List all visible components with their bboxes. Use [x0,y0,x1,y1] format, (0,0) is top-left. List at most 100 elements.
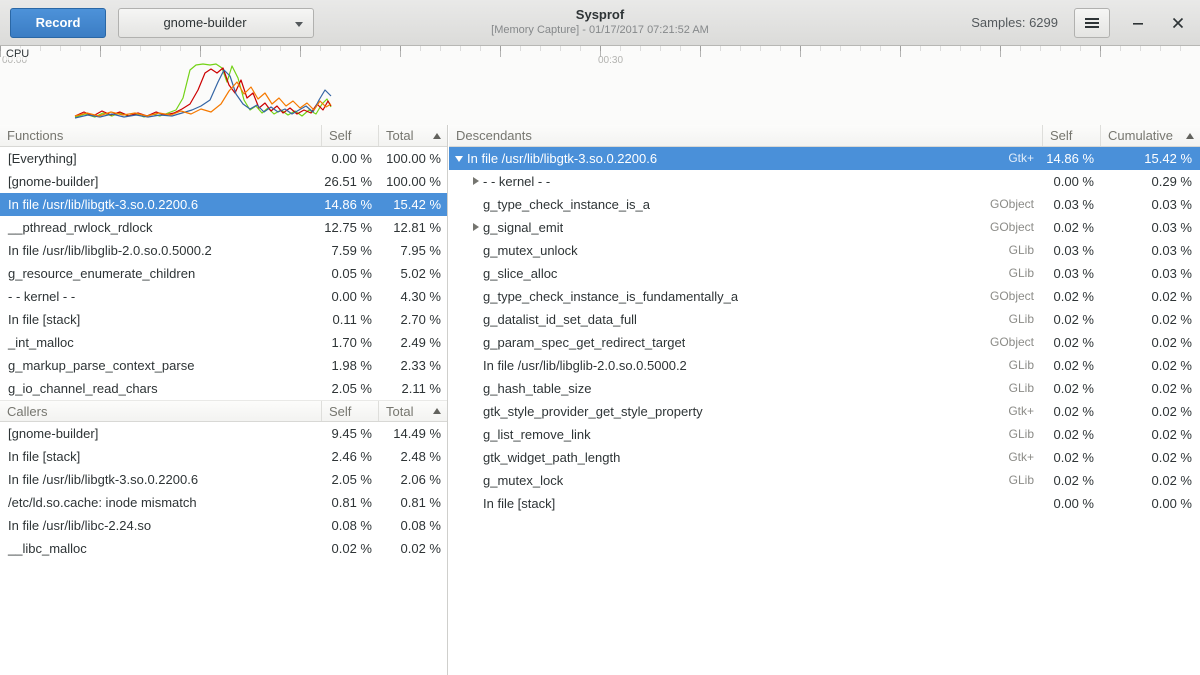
function-name: g_type_check_instance_is_fundamentally_a [483,285,738,308]
descendant-row[interactable]: - - kernel - -0.00 %0.29 % [449,170,1200,193]
library-badge: GLib [999,423,1042,446]
caller-row[interactable]: [gnome-builder]9.45 %14.49 % [0,422,447,445]
function-row[interactable]: [gnome-builder]26.51 %100.00 % [0,170,447,193]
self-percent: 0.02 % [1042,308,1100,331]
descendant-row[interactable]: g_hash_table_sizeGLib0.02 %0.02 % [449,377,1200,400]
main-area: Functions Self Total [Everything]0.00 %1… [0,125,1200,675]
descendant-row[interactable]: g_type_check_instance_is_fundamentally_a… [449,285,1200,308]
descendants-column-header[interactable]: Descendants [449,125,1042,146]
expander-spacer [469,193,483,216]
self-percent: 0.02 % [1042,331,1100,354]
sort-indicator-icon [433,408,441,414]
tree-name-cell: In file /usr/lib/libglib-2.0.so.0.5000.2… [449,354,1042,377]
tree-name-cell: g_mutex_lockGLib [449,469,1042,492]
caller-row[interactable]: /etc/ld.so.cache: inode mismatch0.81 %0.… [0,491,447,514]
descendant-row[interactable]: In file [stack]0.00 %0.00 % [449,492,1200,515]
menu-button[interactable] [1074,8,1110,38]
expander-closed-icon[interactable] [469,170,483,193]
callers-total-column-header[interactable]: Total [378,401,447,421]
function-row[interactable]: g_markup_parse_context_parse1.98 %2.33 % [0,354,447,377]
library-badge: GObject [980,331,1042,354]
tree-name-cell: g_mutex_unlockGLib [449,239,1042,262]
function-name: __libc_malloc [0,537,321,560]
functions-self-column-header[interactable]: Self [321,125,378,146]
cumulative-percent: 0.02 % [1100,377,1200,400]
functions-column-header[interactable]: Functions [0,125,321,146]
close-button[interactable] [1166,11,1190,35]
descendant-row[interactable]: g_mutex_unlockGLib0.03 %0.03 % [449,239,1200,262]
caller-row[interactable]: In file [stack]2.46 %2.48 % [0,445,447,468]
descendant-row[interactable]: g_datalist_id_set_data_fullGLib0.02 %0.0… [449,308,1200,331]
function-name: [gnome-builder] [0,422,321,445]
function-row[interactable]: In file [stack]0.11 %2.70 % [0,308,447,331]
cumulative-percent: 0.02 % [1100,308,1200,331]
self-percent: 0.00 % [1042,170,1100,193]
self-percent: 0.02 % [1042,400,1100,423]
descendant-row[interactable]: In file /usr/lib/libgtk-3.so.0.2200.6Gtk… [449,147,1200,170]
caller-row[interactable]: __libc_malloc0.02 %0.02 % [0,537,447,560]
total-percent: 15.42 % [378,193,447,216]
function-row[interactable]: In file /usr/lib/libglib-2.0.so.0.5000.2… [0,239,447,262]
tree-name-cell: - - kernel - - [449,170,1042,193]
function-row[interactable]: __pthread_rwlock_rdlock12.75 %12.81 % [0,216,447,239]
descendant-row[interactable]: gtk_widget_path_lengthGtk+0.02 %0.02 % [449,446,1200,469]
library-badge: GObject [980,285,1042,308]
callers-self-column-header[interactable]: Self [321,401,378,421]
descendant-row[interactable]: g_signal_emitGObject0.02 %0.03 % [449,216,1200,239]
descendant-row[interactable]: g_list_remove_linkGLib0.02 %0.02 % [449,423,1200,446]
descendant-row[interactable]: gtk_style_provider_get_style_propertyGtk… [449,400,1200,423]
chevron-down-icon [295,22,303,27]
function-row[interactable]: In file /usr/lib/libgtk-3.so.0.2200.614.… [0,193,447,216]
function-row[interactable]: g_resource_enumerate_children0.05 %5.02 … [0,262,447,285]
function-row[interactable]: [Everything]0.00 %100.00 % [0,147,447,170]
descendant-row[interactable]: g_type_check_instance_is_aGObject0.03 %0… [449,193,1200,216]
function-row[interactable]: - - kernel - -0.00 %4.30 % [0,285,447,308]
expander-open-icon[interactable] [453,147,467,170]
function-name: [gnome-builder] [0,170,321,193]
descendants-cumulative-column-header[interactable]: Cumulative [1100,125,1200,146]
function-name: In file [stack] [0,308,321,331]
minimize-button[interactable] [1126,11,1150,35]
callers-total-column-label: Total [386,401,413,421]
expander-closed-icon[interactable] [469,216,483,239]
self-percent: 0.02 % [1042,423,1100,446]
cumulative-percent: 0.00 % [1100,492,1200,515]
window-subtitle: [Memory Capture] - 01/17/2017 07:21:52 A… [300,24,900,36]
functions-header: Functions Self Total [0,125,447,147]
caller-row[interactable]: In file /usr/lib/libgtk-3.so.0.2200.62.0… [0,468,447,491]
record-button[interactable]: Record [10,8,106,38]
self-percent: 0.02 % [1042,446,1100,469]
expander-spacer [469,331,483,354]
sort-indicator-icon [433,133,441,139]
expander-spacer [469,377,483,400]
callers-column-header[interactable]: Callers [0,401,321,421]
function-name: g_datalist_id_set_data_full [483,308,637,331]
tree-name-cell: g_signal_emitGObject [449,216,1042,239]
function-row[interactable]: _int_malloc1.70 %2.49 % [0,331,447,354]
cumulative-percent: 0.02 % [1100,354,1200,377]
function-name: g_type_check_instance_is_a [483,193,650,216]
self-percent: 0.02 % [1042,377,1100,400]
descendant-row[interactable]: g_param_spec_get_redirect_targetGObject0… [449,331,1200,354]
expander-spacer [469,308,483,331]
descendants-self-column-header[interactable]: Self [1042,125,1100,146]
expander-spacer [469,354,483,377]
functions-total-column-header[interactable]: Total [378,125,447,146]
descendant-row[interactable]: In file /usr/lib/libglib-2.0.so.0.5000.2… [449,354,1200,377]
title-block: Sysprof [Memory Capture] - 01/17/2017 07… [300,7,900,36]
descendant-row[interactable]: g_slice_allocGLib0.03 %0.03 % [449,262,1200,285]
cpu-graph [0,60,1200,125]
descendant-row[interactable]: g_mutex_lockGLib0.02 %0.02 % [449,469,1200,492]
functions-total-column-label: Total [386,125,413,146]
ruler: 00:0000:30 [0,46,1200,60]
function-name: gtk_style_provider_get_style_property [483,400,703,423]
function-name: [Everything] [0,147,321,170]
target-process-dropdown[interactable]: gnome-builder [118,8,314,38]
cpu-timeline[interactable]: 00:0000:30 CPU [0,46,1200,125]
function-name: g_list_remove_link [483,423,591,446]
caller-row[interactable]: In file /usr/lib/libc-2.24.so0.08 %0.08 … [0,514,447,537]
total-percent: 2.70 % [378,308,447,331]
function-name: g_hash_table_size [483,377,591,400]
function-row[interactable]: g_io_channel_read_chars2.05 %2.11 % [0,377,447,400]
cpu-row-label: CPU [4,48,31,60]
